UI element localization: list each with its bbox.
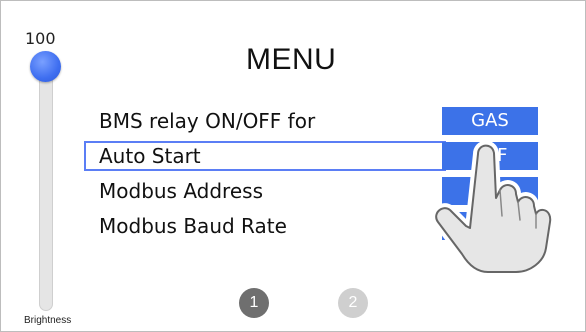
page-indicator-1[interactable]: 1 <box>239 288 269 318</box>
brightness-slider-knob[interactable] <box>30 51 61 82</box>
menu-item-auto-start[interactable]: Auto Start <box>99 144 201 168</box>
brightness-label: Brightness <box>24 315 72 326</box>
brightness-slider-track[interactable] <box>39 61 53 311</box>
screen-frame: 100 Brightness MENU BMS relay ON/OFF for… <box>0 0 586 332</box>
hand-pointer-icon <box>431 140 556 276</box>
bms-relay-value-button[interactable]: GAS <box>442 107 538 135</box>
menu-item-modbus-address[interactable]: Modbus Address <box>99 179 263 203</box>
page-indicator-2[interactable]: 2 <box>338 288 368 318</box>
page-title: MENU <box>246 43 337 76</box>
menu-item-modbus-baud-rate[interactable]: Modbus Baud Rate <box>99 214 287 238</box>
brightness-value: 100 <box>25 29 56 48</box>
menu-item-bms-relay[interactable]: BMS relay ON/OFF for <box>99 109 315 133</box>
